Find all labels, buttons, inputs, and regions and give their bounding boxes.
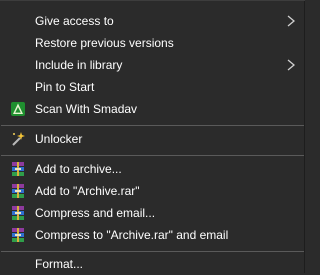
chevron-right-icon [287,15,295,27]
context-menu: Give access to Restore previous versions… [0,0,305,273]
menu-item-label: Include in library [35,58,123,72]
menu-item-add-to-archive[interactable]: Add to archive... [0,158,305,180]
menu-item-compress-to-archive-rar-and-email[interactable]: Compress to "Archive.rar" and email [0,224,305,246]
smadav-icon [11,102,25,116]
menu-item-pin-to-start[interactable]: Pin to Start [0,76,305,98]
menu-separator [1,251,304,252]
menu-item-label: Format... [35,257,84,271]
menu-item-label: Give access to [35,14,114,28]
menu-item-label: Pin to Start [35,80,95,94]
winrar-icon [12,162,24,176]
menu-border [304,1,305,273]
menu-item-scan-with-smadav[interactable]: Scan With Smadav [0,98,305,120]
chevron-right-icon [287,59,295,71]
menu-item-restore-previous-versions[interactable]: Restore previous versions [0,32,305,54]
winrar-icon [12,184,24,198]
menu-item-unlocker[interactable]: Unlocker [0,128,305,150]
winrar-icon [12,206,24,220]
menu-item-label: Restore previous versions [35,36,174,50]
menu-item-label: Compress and email... [35,206,156,220]
menu-item-add-to-archive-rar[interactable]: Add to "Archive.rar" [0,180,305,202]
menu-item-label: Scan With Smadav [35,102,138,116]
winrar-icon [12,228,24,242]
menu-item-label: Compress to "Archive.rar" and email [35,228,229,242]
menu-item-label: Add to archive... [35,162,122,176]
magic-wand-icon [12,132,25,146]
menu-item-include-in-library[interactable]: Include in library [0,54,305,76]
menu-item-give-access-to[interactable]: Give access to [0,10,305,32]
menu-item-compress-and-email[interactable]: Compress and email... [0,202,305,224]
menu-separator [1,125,304,126]
menu-item-label: Add to "Archive.rar" [35,184,140,198]
menu-separator [1,155,304,156]
menu-item-label: Unlocker [35,132,83,146]
